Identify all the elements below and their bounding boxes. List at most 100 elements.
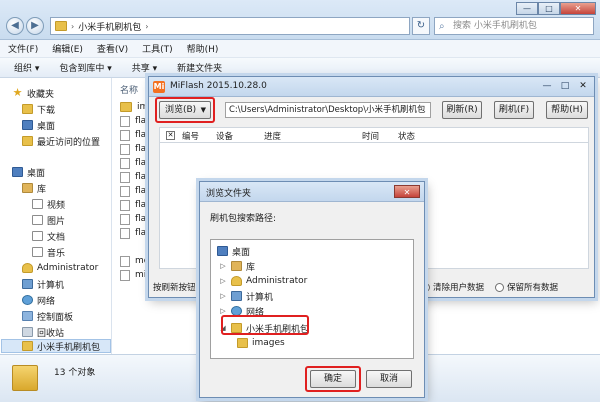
list-item[interactable]: md — [120, 254, 149, 268]
column-header-number[interactable]: 编号 — [182, 130, 199, 142]
list-item[interactable]: flas — [120, 114, 151, 128]
miflash-titlebar: Mi MiFlash 2015.10.28.0 — □ ✕ — [149, 77, 594, 97]
list-item[interactable]: flas — [120, 198, 151, 212]
nav-recent-places[interactable]: 最近访问的位置 — [22, 134, 100, 148]
menu-file[interactable]: 文件(F) — [8, 42, 38, 55]
nav-network[interactable]: 网络 — [22, 293, 55, 307]
search-input[interactable]: ⌕ 搜索 小米手机刷机包 — [434, 17, 594, 35]
menu-view[interactable]: 查看(V) — [97, 42, 128, 55]
nav-desktop[interactable]: 桌面 — [12, 165, 45, 179]
tree-item-desktop[interactable]: 桌面 — [217, 244, 250, 258]
nav-pictures[interactable]: 图片 — [32, 213, 65, 227]
close-icon[interactable]: ✕ — [560, 2, 596, 15]
file-icon — [120, 213, 130, 225]
share-button[interactable]: 共享 ▾ — [132, 61, 157, 74]
cancel-button[interactable]: 取消 — [366, 370, 412, 388]
list-item[interactable]: flas — [120, 170, 151, 184]
folder-icon — [120, 102, 132, 112]
network-icon — [231, 306, 242, 316]
expand-arrow-icon[interactable]: ▷ — [219, 262, 227, 270]
nav-desktop-favorite[interactable]: 桌面 — [22, 118, 55, 132]
organize-button[interactable]: 组织 ▾ — [14, 61, 39, 74]
library-icon — [231, 261, 242, 271]
radio-keep-all-data[interactable]: 保留所有数据 — [495, 281, 558, 293]
expand-arrow-icon[interactable]: ▷ — [219, 292, 227, 300]
menu-bar: 文件(F) 编辑(E) 查看(V) 工具(T) 帮助(H) — [0, 40, 600, 58]
new-folder-button[interactable]: 新建文件夹 — [177, 61, 222, 74]
nav-control-panel[interactable]: 控制面板 — [22, 309, 73, 323]
refresh-icon[interactable]: ↻ — [412, 17, 430, 35]
tree-item-computer[interactable]: ▷ 计算机 — [219, 289, 273, 303]
column-header-status[interactable]: 状态 — [398, 130, 415, 142]
star-icon: ★ — [12, 86, 23, 99]
desktop-icon — [217, 246, 228, 256]
device-table-header: ✕ 编号 设备 进度 时间 状态 — [159, 127, 589, 143]
nav-music[interactable]: 音乐 — [32, 245, 65, 259]
file-icon — [120, 185, 130, 197]
item-count: 13 个对象 — [54, 368, 96, 378]
browse-dialog-titlebar: 浏览文件夹 ✕ — [200, 182, 424, 202]
tree-item-mi-flash-package[interactable]: ◢ 小米手机刷机包 — [219, 321, 309, 335]
select-all-checkbox[interactable]: ✕ — [166, 131, 175, 140]
minimize-icon[interactable]: — — [540, 80, 554, 92]
nav-videos[interactable]: 视频 — [32, 197, 65, 211]
window-controls: — □ ✕ — [516, 2, 596, 15]
menu-edit[interactable]: 编辑(E) — [52, 42, 83, 55]
list-item[interactable]: flas — [120, 226, 151, 240]
list-item[interactable]: flas — [120, 156, 151, 170]
hint-text: 按刷新按钮 — [153, 283, 196, 293]
column-header-progress[interactable]: 进度 — [264, 130, 281, 142]
menu-help[interactable]: 帮助(H) — [187, 42, 219, 55]
menu-tools[interactable]: 工具(T) — [142, 42, 173, 55]
refresh-button[interactable]: 刷新(R) — [442, 101, 482, 119]
nav-libraries[interactable]: 库 — [22, 181, 46, 195]
path-field[interactable]: C:\Users\Administrator\Desktop\小米手机刷机包 — [225, 102, 431, 118]
forward-icon[interactable]: ▶ — [26, 17, 44, 35]
maximize-icon[interactable]: □ — [538, 2, 560, 15]
nav-downloads[interactable]: 下载 — [22, 102, 55, 116]
close-icon[interactable]: ✕ — [576, 80, 590, 92]
nav-computer[interactable]: 计算机 — [22, 277, 64, 291]
ok-button[interactable]: 确定 — [310, 370, 356, 388]
address-bar[interactable]: › 小米手机刷机包 › — [50, 17, 410, 35]
list-item[interactable]: flas — [120, 212, 151, 226]
list-item[interactable]: flas — [120, 142, 151, 156]
breadcrumb[interactable]: 小米手机刷机包 — [78, 20, 141, 33]
flash-button[interactable]: 刷机(F) — [494, 101, 534, 119]
nav-current-folder[interactable]: 小米手机刷机包 — [1, 339, 111, 353]
nav-recycle-bin[interactable]: 回收站 — [22, 325, 64, 339]
file-icon — [120, 171, 130, 183]
tree-item-network[interactable]: ▷ 网络 — [219, 304, 264, 318]
nav-favorites[interactable]: ★ 收藏夹 — [12, 86, 54, 100]
close-icon[interactable]: ✕ — [394, 185, 420, 198]
list-item[interactable]: flas — [120, 128, 151, 142]
video-icon — [32, 199, 43, 209]
include-in-library-button[interactable]: 包含到库中 ▾ — [59, 61, 111, 74]
file-icon — [120, 269, 130, 281]
nav-documents[interactable]: 文档 — [32, 229, 65, 243]
expand-arrow-icon[interactable]: ▷ — [219, 277, 227, 285]
recent-places-icon — [22, 136, 33, 146]
tree-item-administrator[interactable]: ▷ Administrator — [219, 274, 307, 288]
browse-button[interactable]: 浏览(B) ▼ — [159, 101, 211, 119]
back-icon[interactable]: ◀ — [6, 17, 24, 35]
column-header-name[interactable]: 名称 — [120, 83, 138, 96]
expand-arrow-icon[interactable]: ▷ — [219, 307, 227, 315]
folder-icon — [237, 338, 248, 348]
help-button[interactable]: 帮助(H) — [546, 101, 588, 119]
list-item[interactable]: mis — [120, 268, 151, 282]
maximize-icon[interactable]: □ — [558, 80, 572, 92]
chevron-right-icon: › — [145, 21, 149, 31]
radio-clear-user-data[interactable]: 清除用户数据 — [421, 281, 484, 293]
list-item[interactable]: flas — [120, 184, 151, 198]
column-header-time[interactable]: 时间 — [362, 130, 379, 142]
tree-item-images[interactable]: images — [237, 336, 285, 350]
tree-item-libraries[interactable]: ▷ 库 — [219, 259, 255, 273]
collapse-arrow-icon[interactable]: ◢ — [219, 324, 227, 332]
computer-icon — [22, 279, 33, 289]
nav-administrator[interactable]: Administrator — [22, 261, 98, 275]
column-header-device[interactable]: 设备 — [216, 130, 233, 142]
recycle-bin-icon — [22, 327, 33, 337]
minimize-icon[interactable]: — — [516, 2, 538, 15]
picture-icon — [32, 215, 43, 225]
